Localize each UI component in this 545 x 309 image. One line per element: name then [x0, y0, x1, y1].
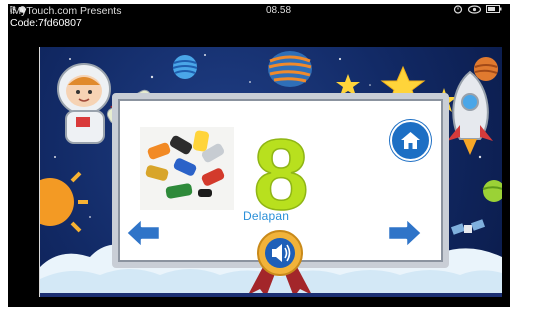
number-glyph: 8 — [253, 123, 309, 217]
number-word: Delapan — [243, 209, 290, 223]
status-time: 08.58 — [266, 5, 292, 16]
home-button[interactable] — [390, 120, 431, 161]
code-text: Code:7fd60807 — [10, 17, 82, 29]
alarm-icon — [453, 4, 463, 17]
sound-button[interactable] — [240, 229, 320, 297]
arrow-right-icon — [386, 216, 424, 250]
next-button[interactable] — [386, 216, 424, 250]
toy-cars-image — [140, 127, 234, 210]
prev-button[interactable] — [124, 216, 162, 250]
striped-planet-icon — [268, 51, 312, 87]
game-scene: 8 Delapan — [40, 47, 502, 297]
home-icon — [401, 132, 420, 149]
status-right-icons — [453, 4, 502, 17]
battery-icon — [486, 5, 502, 16]
number-figure: 8 — [252, 123, 309, 217]
watermark-text: iMyTouch.com Presents — [10, 5, 122, 17]
green-planet-icon — [482, 180, 502, 202]
eye-icon — [467, 4, 482, 17]
bottom-bar — [40, 293, 502, 297]
arrow-left-icon — [124, 216, 162, 250]
blue-planet-icon — [172, 55, 198, 79]
